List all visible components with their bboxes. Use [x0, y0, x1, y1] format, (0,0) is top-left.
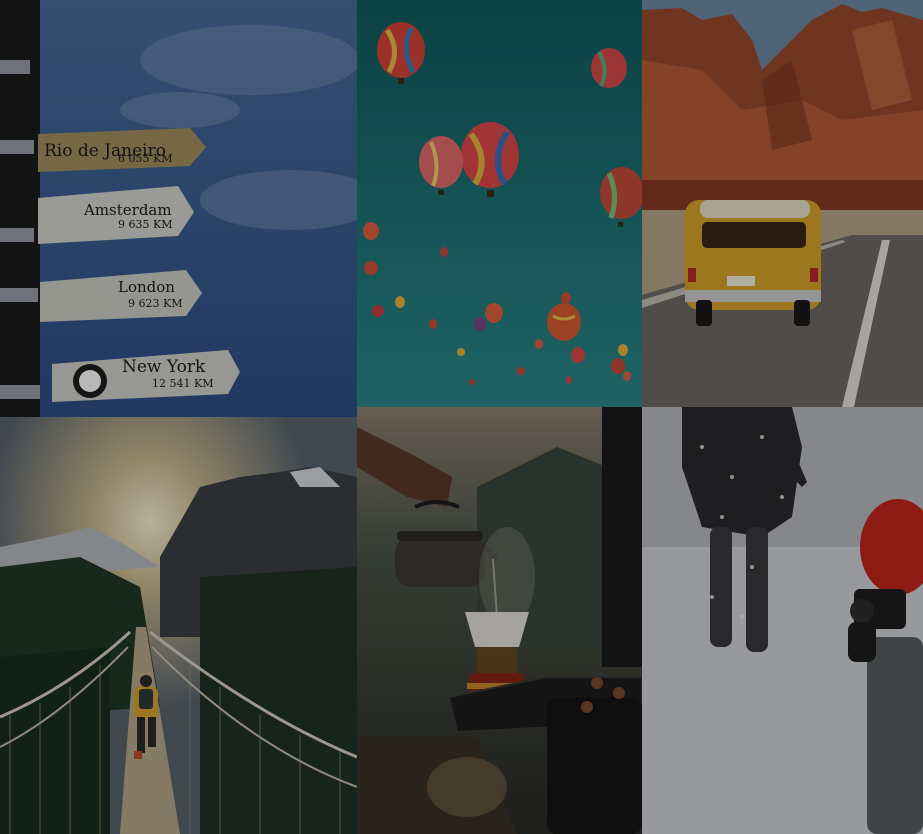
- balloons-photo: [357, 0, 642, 407]
- sign-distance-label: 9 635 KM: [118, 218, 172, 231]
- coffee-pour-photo: [357, 407, 642, 834]
- sign-city-label: Amsterdam: [83, 201, 172, 219]
- van-icon: [685, 200, 821, 326]
- signpost-photo: Rio de Janeiro 6 055 KM Amsterdam 9 635 …: [0, 0, 357, 417]
- snow-photographer-photo: [642, 407, 923, 834]
- sign-distance-label: 6 055 KM: [118, 152, 172, 165]
- canyon-van-photo: [642, 0, 923, 407]
- photo-collage: Rio de Janeiro 6 055 KM Amsterdam 9 635 …: [0, 0, 923, 834]
- sign-distance-label: 12 541 KM: [152, 377, 213, 390]
- sign-city-label: London: [118, 278, 175, 296]
- sign-distance-label: 9 623 KM: [128, 297, 182, 310]
- bridge-hiker-photo: [0, 417, 357, 834]
- sign-city-label: New York: [122, 357, 206, 377]
